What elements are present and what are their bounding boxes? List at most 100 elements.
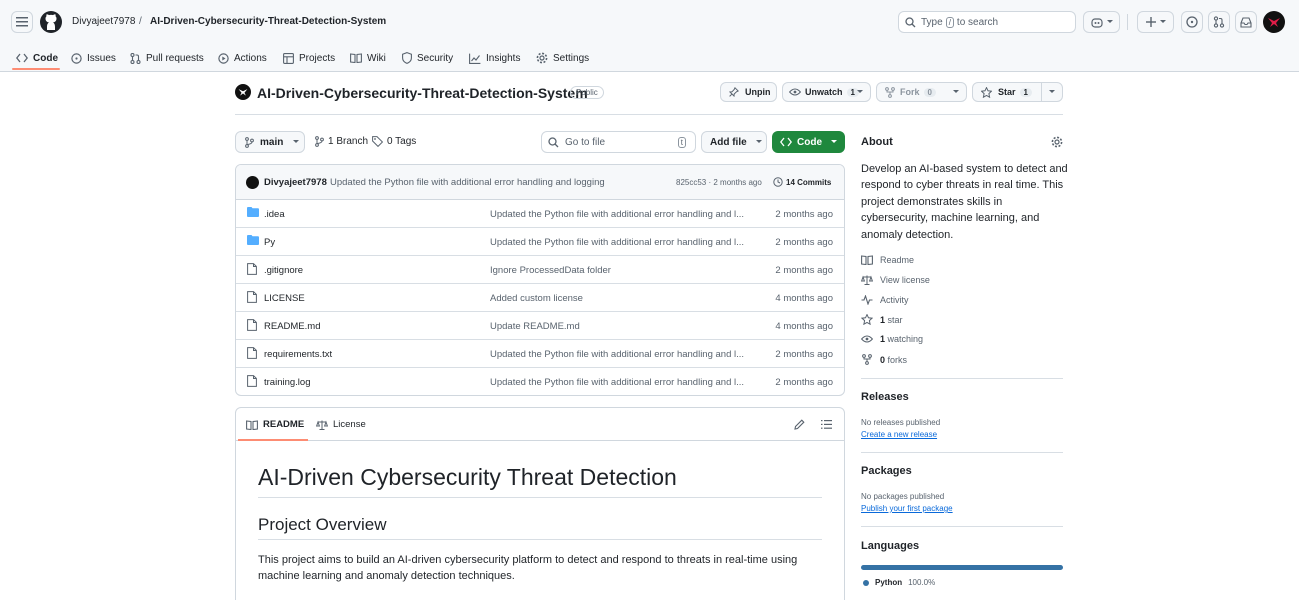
tag-icon bbox=[372, 136, 383, 147]
packages-empty-text: No packages published bbox=[861, 492, 945, 501]
file-commit-message[interactable]: Added custom license bbox=[490, 293, 750, 304]
breadcrumb-owner[interactable]: Divyajeet7978 bbox=[72, 16, 135, 27]
readme-link[interactable]: Readme bbox=[861, 255, 914, 265]
inbox-button[interactable] bbox=[1235, 11, 1257, 33]
repo-title[interactable]: AI-Driven-Cybersecurity-Threat-Detection… bbox=[257, 85, 588, 101]
file-row[interactable]: requirements.txt Updated the Python file … bbox=[236, 340, 844, 368]
about-settings-button[interactable] bbox=[1051, 136, 1063, 148]
watchers-label: watching bbox=[887, 334, 924, 344]
file-name[interactable]: Py bbox=[264, 237, 275, 248]
search-shortcut-key: / bbox=[945, 16, 954, 28]
fork-button[interactable]: Fork 0 bbox=[876, 82, 967, 102]
file-row[interactable]: .idea Updated the Python file with additi… bbox=[236, 200, 844, 228]
tab-label: Insights bbox=[486, 52, 521, 64]
file-commit-age: 2 months ago bbox=[775, 265, 833, 276]
create-new-button[interactable] bbox=[1137, 11, 1174, 33]
tab-readme[interactable]: README bbox=[246, 419, 304, 430]
add-file-button[interactable]: Add file bbox=[701, 131, 767, 153]
file-row[interactable]: README.md Update README.md 4 months ago bbox=[236, 312, 844, 340]
file-name[interactable]: .gitignore bbox=[264, 265, 303, 276]
pull-request-icon bbox=[130, 52, 141, 64]
branch-icon bbox=[245, 136, 254, 148]
branches-link[interactable]: 1 Branch bbox=[315, 136, 368, 147]
branch-selector[interactable]: main bbox=[235, 131, 305, 153]
file-name[interactable]: .idea bbox=[264, 209, 285, 220]
file-name[interactable]: README.md bbox=[264, 321, 320, 332]
code-icon bbox=[780, 137, 792, 147]
chevron-down-icon bbox=[1049, 90, 1055, 93]
activity-link[interactable]: Activity bbox=[861, 295, 909, 305]
stars-link[interactable]: 1 star bbox=[861, 314, 903, 325]
file-row[interactable]: Py Updated the Python file with additiona… bbox=[236, 228, 844, 256]
file-commit-message[interactable]: Updated the Python file with additional … bbox=[490, 349, 750, 360]
code-button[interactable]: Code bbox=[772, 131, 845, 153]
language-item-python[interactable]: Python 100.0% bbox=[863, 578, 935, 587]
edit-readme-button[interactable] bbox=[794, 419, 805, 430]
repo-tabs: Code Issues Pull requests Actions Projec… bbox=[0, 44, 700, 72]
tags-link[interactable]: 0 Tags bbox=[372, 136, 416, 147]
create-release-link[interactable]: Create a new release bbox=[861, 430, 937, 439]
fork-dropdown[interactable] bbox=[953, 83, 959, 101]
watchers-link[interactable]: 1 watching bbox=[861, 334, 923, 344]
commit-author[interactable]: Divyajeet7978 bbox=[264, 177, 327, 188]
commit-message[interactable]: Updated the Python file with additional … bbox=[330, 177, 605, 188]
commit-meta[interactable]: 825cc53 · 2 months ago bbox=[676, 178, 762, 187]
tab-issues[interactable]: Issues bbox=[71, 44, 116, 72]
code-icon bbox=[16, 53, 28, 63]
file-name[interactable]: LICENSE bbox=[264, 293, 305, 304]
file-icon bbox=[247, 319, 257, 331]
folder-icon bbox=[247, 235, 259, 245]
tab-security[interactable]: Security bbox=[402, 44, 453, 72]
tab-pull-requests[interactable]: Pull requests bbox=[130, 44, 204, 72]
file-row[interactable]: training.log Updated the Python file with… bbox=[236, 368, 844, 395]
tab-settings[interactable]: Settings bbox=[536, 44, 589, 72]
tab-projects[interactable]: Projects bbox=[283, 44, 335, 72]
releases-heading[interactable]: Releases bbox=[861, 391, 909, 403]
outline-button[interactable] bbox=[821, 420, 832, 429]
copilot-button[interactable] bbox=[1083, 11, 1120, 33]
go-to-file-input[interactable]: Go to file t bbox=[541, 131, 696, 153]
branch-name: main bbox=[260, 136, 284, 148]
file-row[interactable]: LICENSE Added custom license 4 months ago bbox=[236, 284, 844, 312]
file-commit-age: 2 months ago bbox=[775, 377, 833, 388]
file-commit-age: 4 months ago bbox=[775, 321, 833, 332]
file-commit-message[interactable]: Updated the Python file with additional … bbox=[490, 209, 750, 220]
file-commit-message[interactable]: Updated the Python file with additional … bbox=[490, 377, 750, 388]
star-dropdown[interactable] bbox=[1049, 83, 1055, 101]
tab-actions[interactable]: Actions bbox=[218, 44, 267, 72]
packages-heading[interactable]: Packages bbox=[861, 465, 912, 477]
publish-package-link[interactable]: Publish your first package bbox=[861, 504, 953, 513]
tab-label: Projects bbox=[299, 52, 336, 64]
readme-link-label: Readme bbox=[880, 255, 915, 265]
history-icon bbox=[773, 177, 783, 187]
file-commit-message[interactable]: Ignore ProcessedData folder bbox=[490, 265, 750, 276]
tab-label: Security bbox=[417, 52, 454, 64]
issues-button[interactable] bbox=[1181, 11, 1203, 33]
commits-link[interactable]: 14 Commits bbox=[773, 177, 831, 187]
owner-avatar[interactable] bbox=[235, 84, 251, 100]
search-input[interactable]: Type / to search bbox=[898, 11, 1076, 33]
unpin-button[interactable]: Unpin bbox=[720, 82, 777, 102]
tab-wiki[interactable]: Wiki bbox=[350, 44, 386, 72]
file-commit-message[interactable]: Update README.md bbox=[490, 321, 750, 332]
file-row[interactable]: .gitignore Ignore ProcessedData folder 2 m… bbox=[236, 256, 844, 284]
menu-button[interactable] bbox=[11, 11, 33, 33]
file-commit-message[interactable]: Updated the Python file with additional … bbox=[490, 237, 750, 248]
tab-insights[interactable]: Insights bbox=[469, 44, 520, 72]
file-name[interactable]: requirements.txt bbox=[264, 349, 332, 360]
unwatch-button[interactable]: Unwatch 1 bbox=[782, 82, 871, 102]
pencil-icon bbox=[794, 419, 805, 430]
github-logo-icon[interactable] bbox=[40, 11, 62, 33]
license-link[interactable]: View license bbox=[861, 275, 930, 285]
breadcrumb-repo[interactable]: AI-Driven-Cybersecurity-Threat-Detection… bbox=[150, 16, 386, 27]
forks-link[interactable]: 0 forks bbox=[861, 354, 907, 365]
pull-requests-button[interactable] bbox=[1208, 11, 1230, 33]
commit-author-avatar[interactable] bbox=[246, 176, 259, 189]
tab-license[interactable]: License bbox=[316, 419, 366, 430]
unwatch-dropdown[interactable] bbox=[857, 83, 863, 101]
user-avatar[interactable] bbox=[1263, 11, 1285, 33]
file-name[interactable]: training.log bbox=[264, 377, 310, 388]
star-button[interactable]: Star 1 bbox=[972, 82, 1063, 102]
languages-heading: Languages bbox=[861, 540, 920, 552]
unpin-label: Unpin bbox=[745, 87, 771, 97]
